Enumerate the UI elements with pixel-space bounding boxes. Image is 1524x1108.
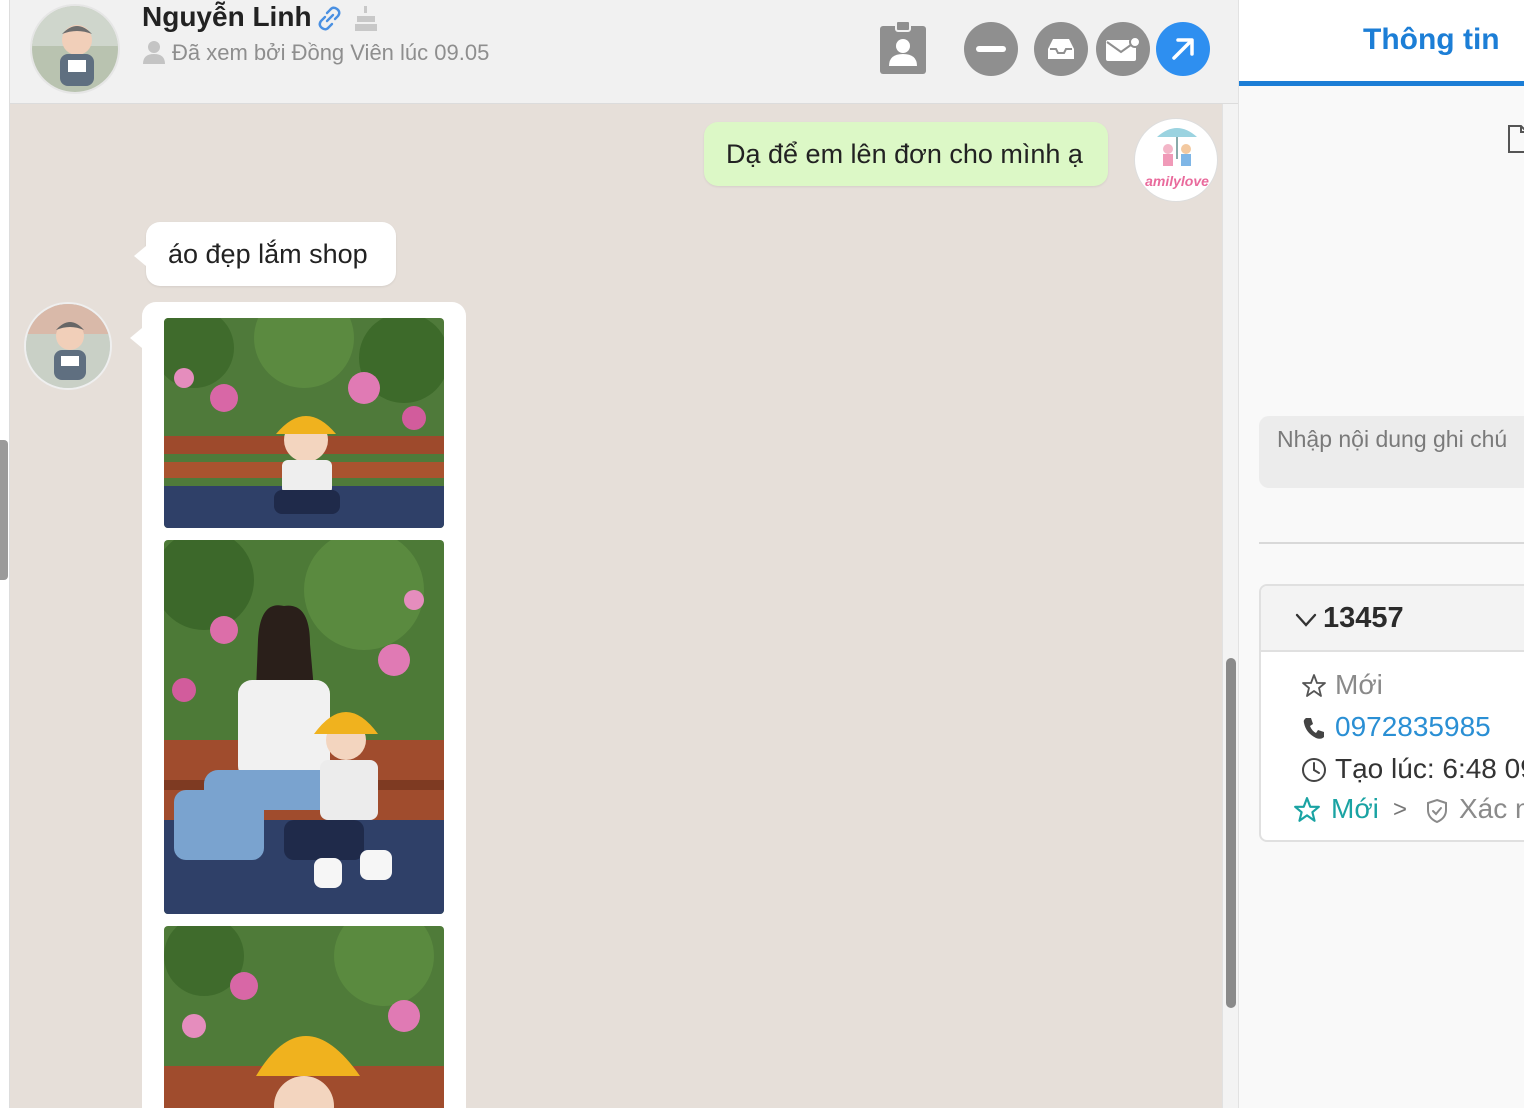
sender-avatar[interactable]: [24, 302, 112, 390]
link-icon[interactable]: [314, 4, 344, 32]
page-avatar[interactable]: amilylove: [1134, 118, 1218, 202]
chat-messages-area[interactable]: Dạ để em lên đơn cho mình ạ amilylove áo…: [10, 104, 1225, 1108]
star-icon: [1293, 796, 1321, 824]
photo-3[interactable]: [164, 926, 444, 1108]
email-button[interactable]: [1096, 22, 1150, 76]
note-input[interactable]: [1259, 416, 1524, 488]
photo-1[interactable]: [164, 318, 444, 528]
person-icon: [142, 40, 166, 64]
tab-info-label: Thông tin: [1363, 23, 1500, 56]
order-phone[interactable]: 0972835985: [1335, 710, 1491, 744]
inbox-icon: [1048, 39, 1074, 59]
status-separator: >: [1393, 796, 1408, 823]
chat-header: Nguyễn Linh Đã xem bởi Đồng Viên lúc 09.…: [10, 0, 1238, 104]
send-to-order-button[interactable]: [1156, 22, 1210, 76]
minus-icon: [976, 46, 1006, 52]
seen-status-text: Đã xem bởi Đồng Viên lúc 09.05: [172, 40, 490, 65]
incoming-message-text: áo đẹp lắm shop: [168, 239, 368, 269]
chevron-down-icon: [1295, 610, 1317, 630]
contact-card-icon: [880, 20, 926, 74]
minimize-button[interactable]: [964, 22, 1018, 76]
cake-icon: [353, 4, 379, 32]
star-icon: [1301, 673, 1327, 699]
info-panel: Thông tin 13457 Mới: [1238, 0, 1524, 1108]
clock-icon: [1301, 757, 1327, 783]
page-logo-text: amilylove: [1145, 173, 1209, 189]
photo-message: [130, 302, 466, 1108]
status-current-label: Mới: [1331, 793, 1379, 824]
panel-divider: [1259, 542, 1524, 544]
order-card-header[interactable]: 13457: [1261, 586, 1524, 652]
incoming-message[interactable]: áo đẹp lắm shop: [134, 222, 396, 286]
tab-info[interactable]: Thông tin: [1239, 0, 1524, 86]
order-created-time: Tạo lúc: 6:48 09: [1335, 753, 1524, 784]
contact-card-button[interactable]: [878, 20, 928, 76]
order-card: 13457 Mới 0972835985 Tạo lúc: 6:48 09 Mớ…: [1259, 584, 1524, 842]
left-scroll-edge: [0, 0, 10, 1108]
order-id: 13457: [1323, 602, 1404, 634]
photo-2[interactable]: [164, 540, 444, 914]
left-scrollbar-thumb[interactable]: [0, 440, 8, 580]
chat-scrollbar-thumb[interactable]: [1226, 658, 1236, 1008]
outgoing-message-text: Dạ để em lên đơn cho mình ạ: [726, 139, 1083, 169]
phone-icon: [1301, 715, 1327, 741]
contact-avatar[interactable]: [30, 4, 120, 94]
chat-scrollbar[interactable]: [1222, 104, 1238, 1108]
contact-name: Nguyễn Linh: [142, 1, 312, 32]
outgoing-message[interactable]: Dạ để em lên đơn cho mình ạ: [704, 122, 1108, 186]
status-next-label: Xác n: [1459, 793, 1524, 824]
arrow-up-right-icon: [1172, 38, 1194, 60]
document-icon[interactable]: [1507, 124, 1524, 154]
messaging-app: Nguyễn Linh Đã xem bởi Đồng Viên lúc 09.…: [0, 0, 1524, 1108]
mail-notify-icon: [1106, 36, 1141, 61]
order-status: Mới: [1335, 669, 1383, 700]
archive-button[interactable]: [1034, 22, 1088, 76]
shield-check-icon: [1425, 798, 1449, 824]
